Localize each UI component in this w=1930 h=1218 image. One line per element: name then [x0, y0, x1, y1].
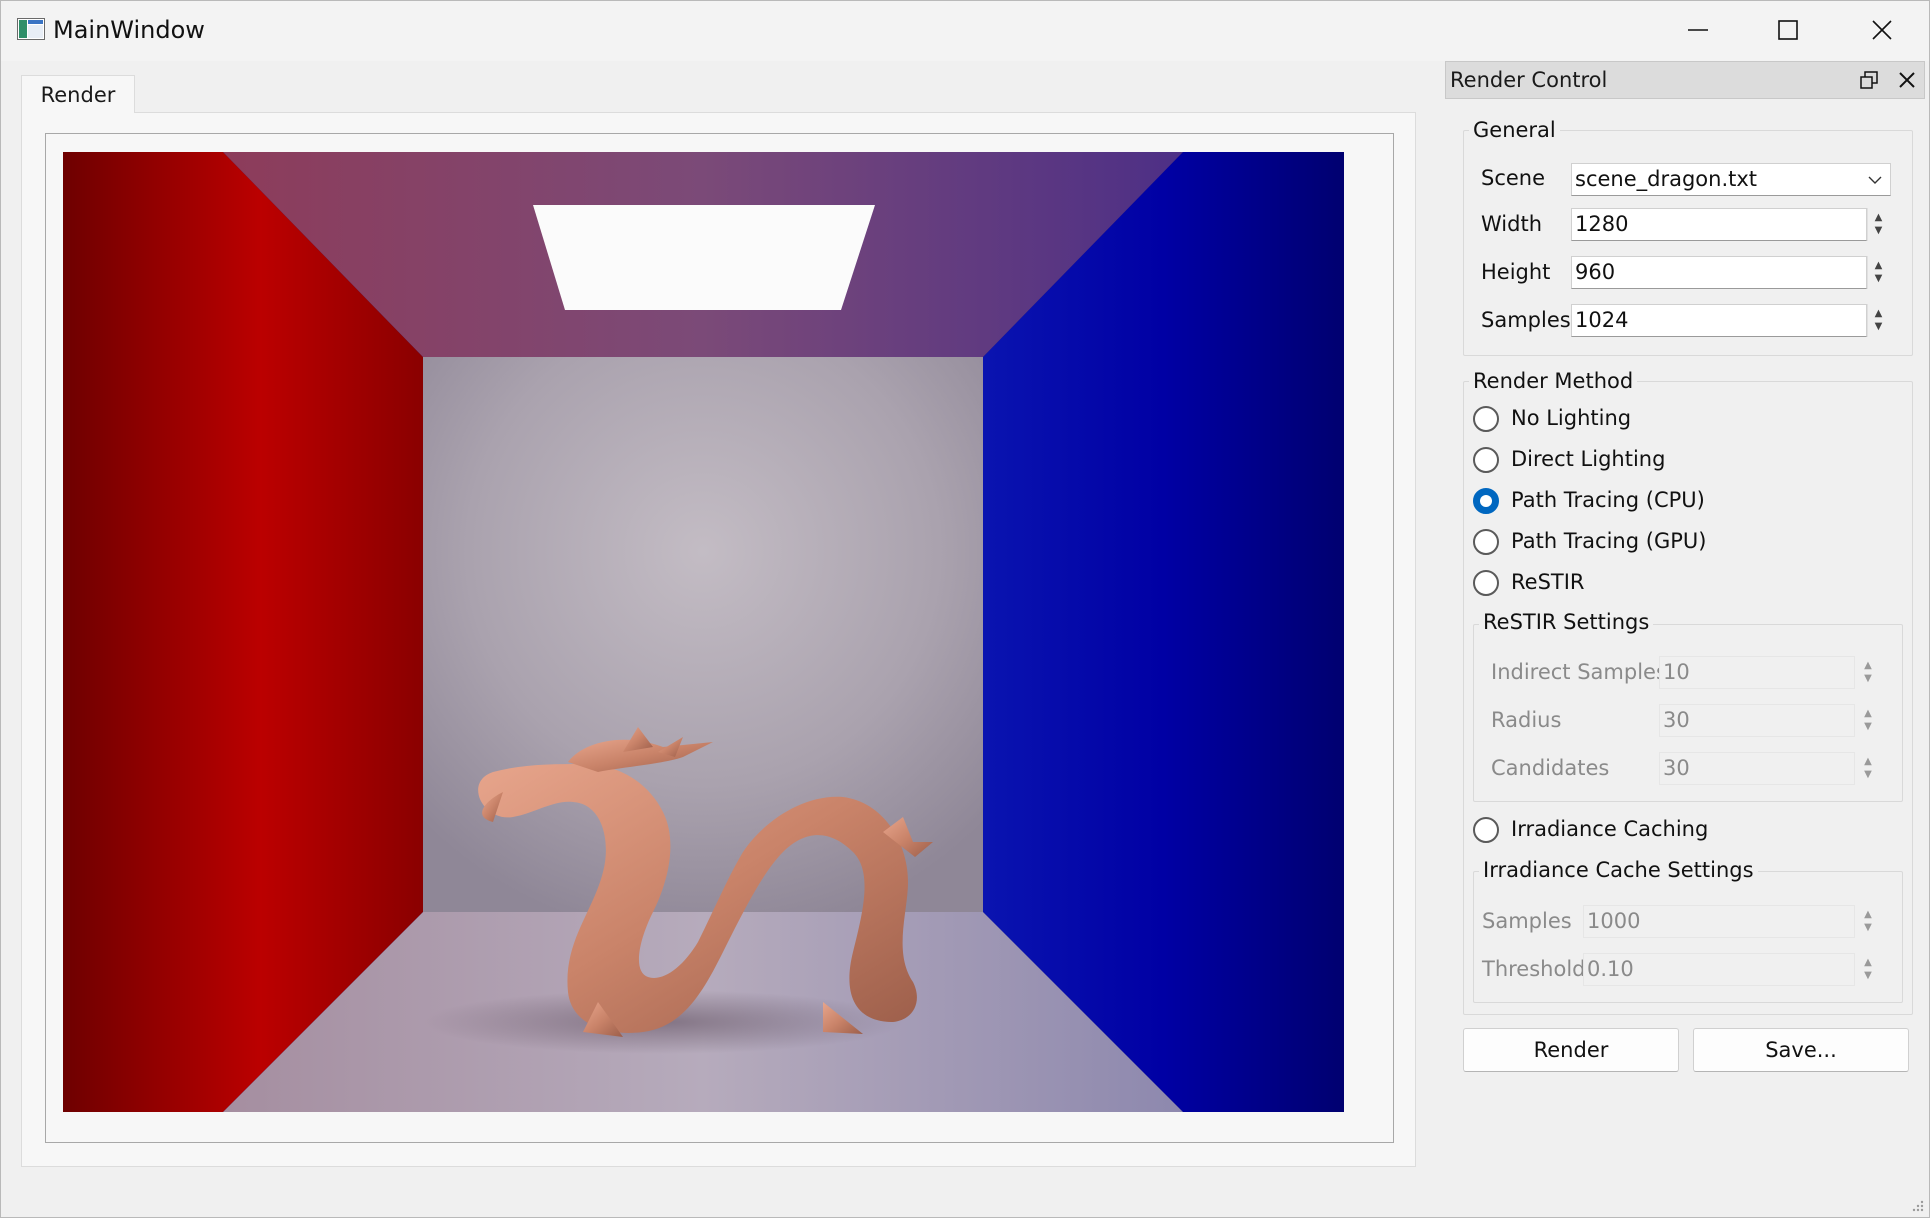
minimize-button[interactable]	[1655, 1, 1741, 59]
chevron-down-icon	[1868, 176, 1882, 184]
irradiance-samples-label: Samples	[1482, 909, 1572, 933]
restir-settings-title: ReSTIR Settings	[1479, 610, 1654, 634]
scene-select-value: scene_dragon.txt	[1575, 167, 1758, 191]
spin-down-icon: ▼	[1864, 673, 1872, 684]
indirect-samples-spinbox[interactable]: 10	[1659, 656, 1855, 689]
spin-up-icon: ▲	[1874, 212, 1883, 223]
float-window-icon	[1860, 71, 1878, 89]
radio-restir-label[interactable]: ReSTIR	[1511, 570, 1585, 594]
render-button[interactable]: Render	[1463, 1028, 1679, 1072]
ceiling-light	[533, 205, 875, 310]
spin-up-icon: ▲	[1874, 308, 1883, 319]
indirect-samples-label: Indirect Samples	[1491, 660, 1667, 684]
title-bar[interactable]: MainWindow	[1, 1, 1929, 61]
height-label: Height	[1481, 260, 1551, 284]
threshold-label: Threshold	[1482, 957, 1586, 981]
radio-no-lighting[interactable]	[1473, 406, 1499, 432]
width-spin-buttons[interactable]: ▲ ▼	[1867, 208, 1889, 241]
main-window: MainWindow Render Render Control General…	[0, 0, 1930, 1218]
tab-render[interactable]: Render	[21, 75, 135, 113]
threshold-spinbox[interactable]: 0.10	[1583, 953, 1855, 986]
width-spinbox[interactable]: 1280	[1571, 208, 1867, 241]
spin-down-icon: ▼	[1874, 321, 1883, 332]
indirect-samples-spin-buttons[interactable]: ▲ ▼	[1857, 656, 1879, 689]
spin-down-icon: ▼	[1864, 721, 1872, 732]
dock-close-button[interactable]	[1895, 68, 1919, 92]
spin-down-icon: ▼	[1874, 273, 1883, 284]
spin-up-icon: ▲	[1864, 708, 1872, 719]
save-button[interactable]: Save...	[1693, 1028, 1909, 1072]
radius-spin-buttons[interactable]: ▲ ▼	[1857, 704, 1879, 737]
height-spinbox[interactable]: 960	[1571, 256, 1867, 289]
maximize-icon	[1778, 20, 1798, 40]
spin-down-icon: ▼	[1864, 970, 1872, 981]
render-image	[63, 152, 1344, 1112]
height-spin-buttons[interactable]: ▲ ▼	[1867, 256, 1889, 289]
candidates-spinbox[interactable]: 30	[1659, 752, 1855, 785]
radio-direct-lighting[interactable]	[1473, 447, 1499, 473]
minimize-icon	[1688, 29, 1708, 31]
spin-up-icon: ▲	[1864, 909, 1872, 920]
spin-up-icon: ▲	[1874, 260, 1883, 271]
close-icon	[1899, 72, 1915, 88]
spin-up-icon: ▲	[1864, 660, 1872, 671]
spin-up-icon: ▲	[1864, 756, 1872, 767]
render-method-title: Render Method	[1469, 369, 1638, 393]
radio-path-tracing-cpu[interactable]	[1473, 488, 1499, 514]
irradiance-cache-settings-title: Irradiance Cache Settings	[1479, 858, 1758, 882]
irradiance-samples-spin-buttons[interactable]: ▲ ▼	[1857, 905, 1879, 938]
radio-irradiance-caching-label[interactable]: Irradiance Caching	[1511, 817, 1708, 841]
resize-grip-icon[interactable]	[1911, 1199, 1925, 1213]
samples-spinbox[interactable]: 1024	[1571, 304, 1867, 337]
radio-no-lighting-label[interactable]: No Lighting	[1511, 406, 1631, 430]
dock-title: Render Control	[1450, 68, 1608, 92]
radio-irradiance-caching[interactable]	[1473, 817, 1499, 843]
close-icon	[1872, 20, 1892, 40]
close-button[interactable]	[1839, 1, 1925, 59]
spin-down-icon: ▼	[1864, 769, 1872, 780]
irradiance-samples-spinbox[interactable]: 1000	[1583, 905, 1855, 938]
app-icon	[17, 18, 45, 40]
radio-path-tracing-gpu[interactable]	[1473, 529, 1499, 555]
scene-label: Scene	[1481, 166, 1546, 190]
radio-direct-lighting-label[interactable]: Direct Lighting	[1511, 447, 1665, 471]
spin-down-icon: ▼	[1864, 922, 1872, 933]
radius-label: Radius	[1491, 708, 1562, 732]
samples-spin-buttons[interactable]: ▲ ▼	[1867, 304, 1889, 337]
threshold-spin-buttons[interactable]: ▲ ▼	[1857, 953, 1879, 986]
radio-path-tracing-gpu-label[interactable]: Path Tracing (GPU)	[1511, 529, 1706, 553]
spin-up-icon: ▲	[1864, 957, 1872, 968]
candidates-spin-buttons[interactable]: ▲ ▼	[1857, 752, 1879, 785]
maximize-button[interactable]	[1745, 1, 1831, 59]
candidates-label: Candidates	[1491, 756, 1610, 780]
dock-header[interactable]: Render Control	[1445, 61, 1925, 99]
general-group-title: General	[1469, 118, 1560, 142]
width-label: Width	[1481, 212, 1543, 236]
scene-select[interactable]: scene_dragon.txt	[1571, 163, 1891, 196]
radio-path-tracing-cpu-label[interactable]: Path Tracing (CPU)	[1511, 488, 1705, 512]
samples-label: Samples	[1481, 308, 1571, 332]
radius-spinbox[interactable]: 30	[1659, 704, 1855, 737]
window-title: MainWindow	[53, 16, 205, 44]
radio-restir[interactable]	[1473, 570, 1499, 596]
spin-down-icon: ▼	[1874, 225, 1883, 236]
dock-float-button[interactable]	[1857, 68, 1881, 92]
